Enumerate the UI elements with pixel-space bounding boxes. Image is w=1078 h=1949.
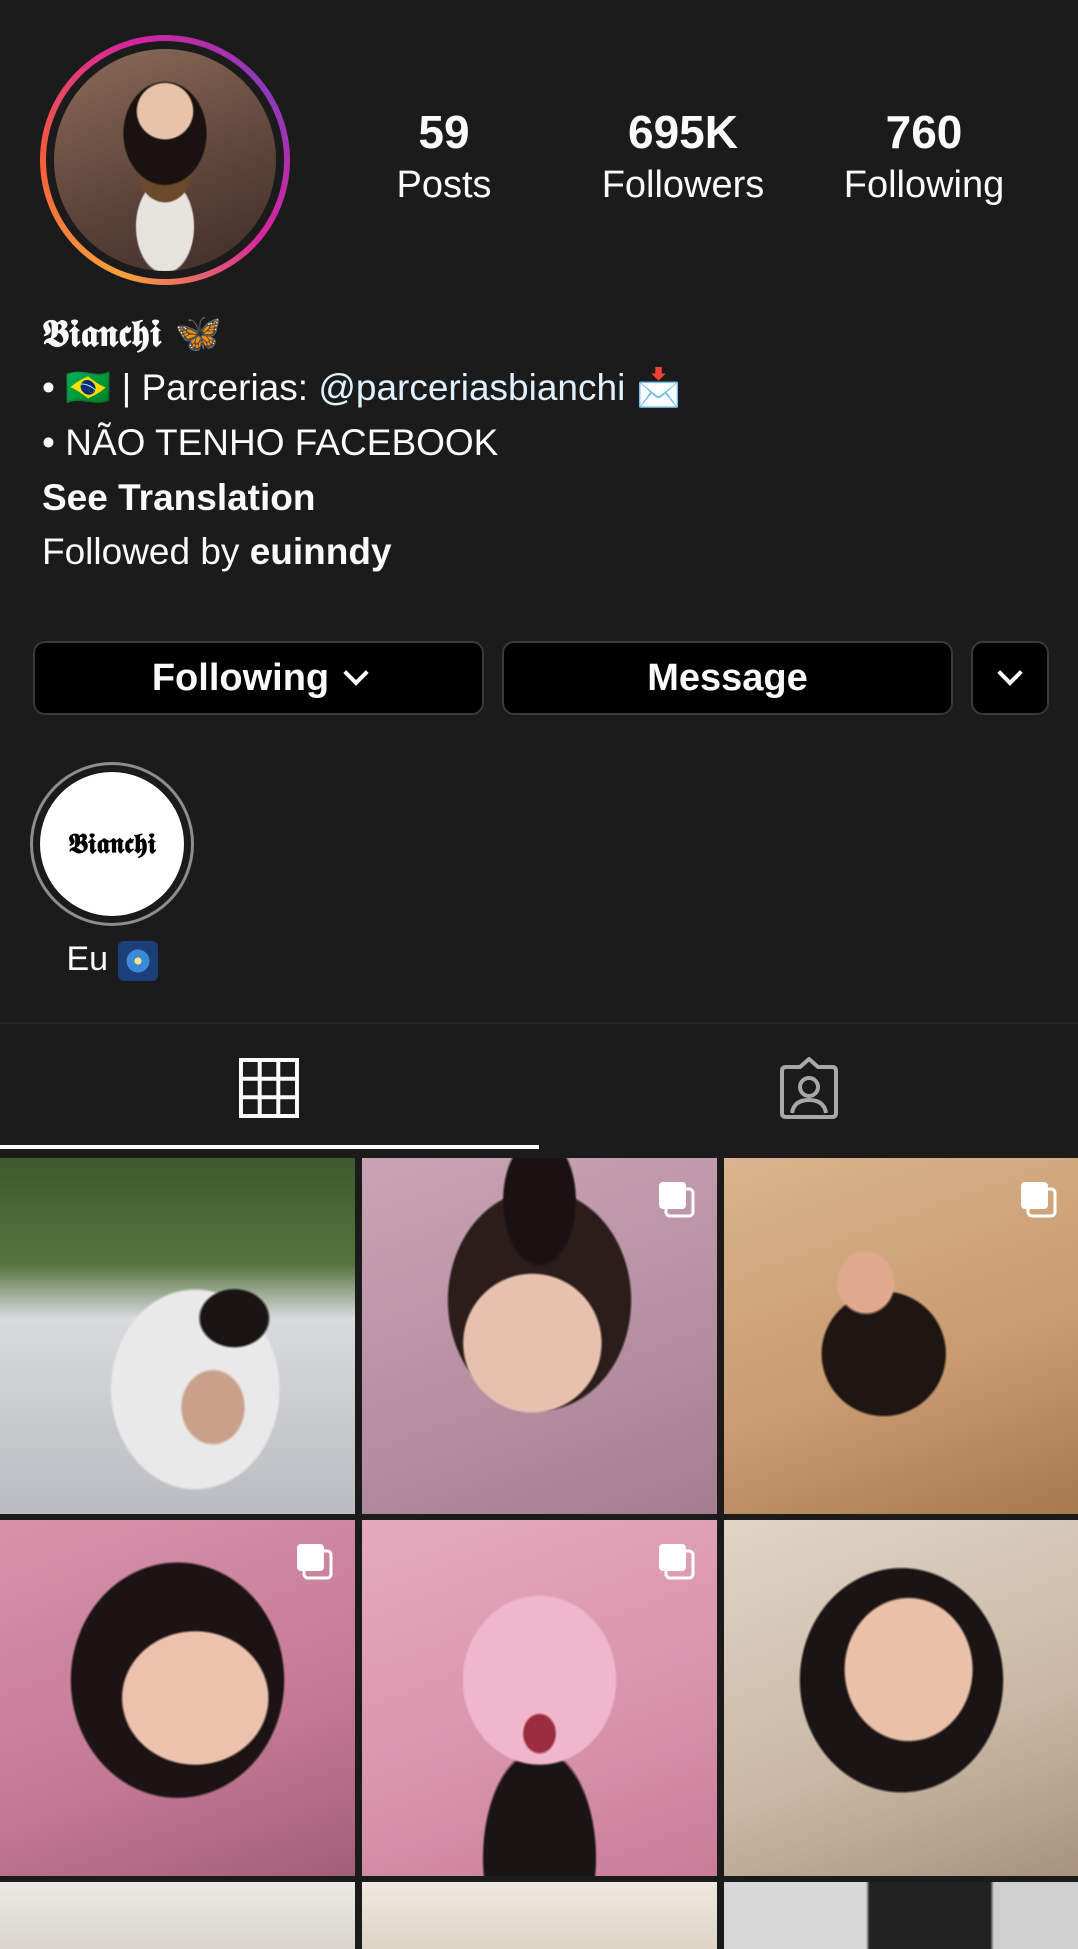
suggested-accounts-button[interactable] [971,641,1049,715]
tab-posts-grid[interactable] [0,1024,539,1145]
stat-followers-label: Followers [601,164,765,206]
bio-line-partnerships: • 🇧🇷 | Parcerias: @parceriasbianchi 📩 [42,365,682,411]
post-thumbnail[interactable] [724,1158,1078,1514]
chevron-down-icon [343,660,369,686]
post-thumbnail[interactable] [362,1158,717,1514]
followed-by-user: euinndy [249,531,392,572]
multiple-photos-icon [1021,1182,1057,1218]
profile-name: 𝕭𝖎𝖆𝖓𝖈𝖍𝖎 🦋 [42,310,222,355]
grid-icon [239,1058,299,1118]
tagged-icon [780,1057,838,1119]
bio-line-facebook: • NÃO TENHO FACEBOOK [42,422,499,463]
highlight-label: Eu [30,940,194,982]
following-button-label: Following [151,656,330,699]
post-thumbnail[interactable] [724,1520,1078,1876]
stat-following-label: Following [843,164,1005,206]
post-thumbnail[interactable] [724,1882,1078,1949]
post-thumbnail[interactable] [0,1520,355,1876]
post-thumbnail[interactable] [362,1882,717,1949]
message-button-label: Message [647,656,808,699]
multiple-photos-icon [297,1544,333,1580]
bio-line1-suffix: 📩 [625,367,682,408]
stat-posts-label: Posts [396,164,492,206]
highlight-cover[interactable]: 𝕭𝖎𝖆𝖓𝖈𝖍𝖎 [40,772,184,916]
bio-line1-prefix: • 🇧🇷 | Parcerias: [42,367,319,408]
highlight-label-text: Eu [66,940,109,978]
tab-tagged[interactable] [539,1024,1078,1145]
post-thumbnail[interactable] [0,1882,355,1949]
highlight-cover-text: 𝕭𝖎𝖆𝖓𝖈𝖍𝖎 [68,827,156,860]
chevron-down-icon [997,660,1023,686]
stat-following-value: 760 [885,106,963,158]
followed-by-prefix: Followed by [42,531,250,572]
profile-avatar[interactable] [54,49,276,271]
fireworks-emoji-icon [117,941,158,982]
multiple-photos-icon [659,1544,695,1580]
bio-handle-link[interactable]: @parceriasbianchi [318,367,625,408]
following-button[interactable]: Following [33,641,484,715]
stat-posts-value: 59 [418,106,470,158]
stat-posts[interactable]: 59 Posts [344,106,544,208]
post-thumbnail[interactable] [0,1158,355,1514]
stat-followers-value: 695K [628,106,738,158]
stat-following[interactable]: 760 Following [824,106,1024,208]
followed-by[interactable]: Followed by euinndy [42,529,392,575]
multiple-photos-icon [659,1182,695,1218]
stat-followers[interactable]: 695K Followers [583,106,783,208]
post-thumbnail[interactable] [362,1520,717,1876]
message-button[interactable]: Message [502,641,953,715]
see-translation-link[interactable]: See Translation [42,475,316,521]
active-tab-indicator [0,1145,539,1149]
